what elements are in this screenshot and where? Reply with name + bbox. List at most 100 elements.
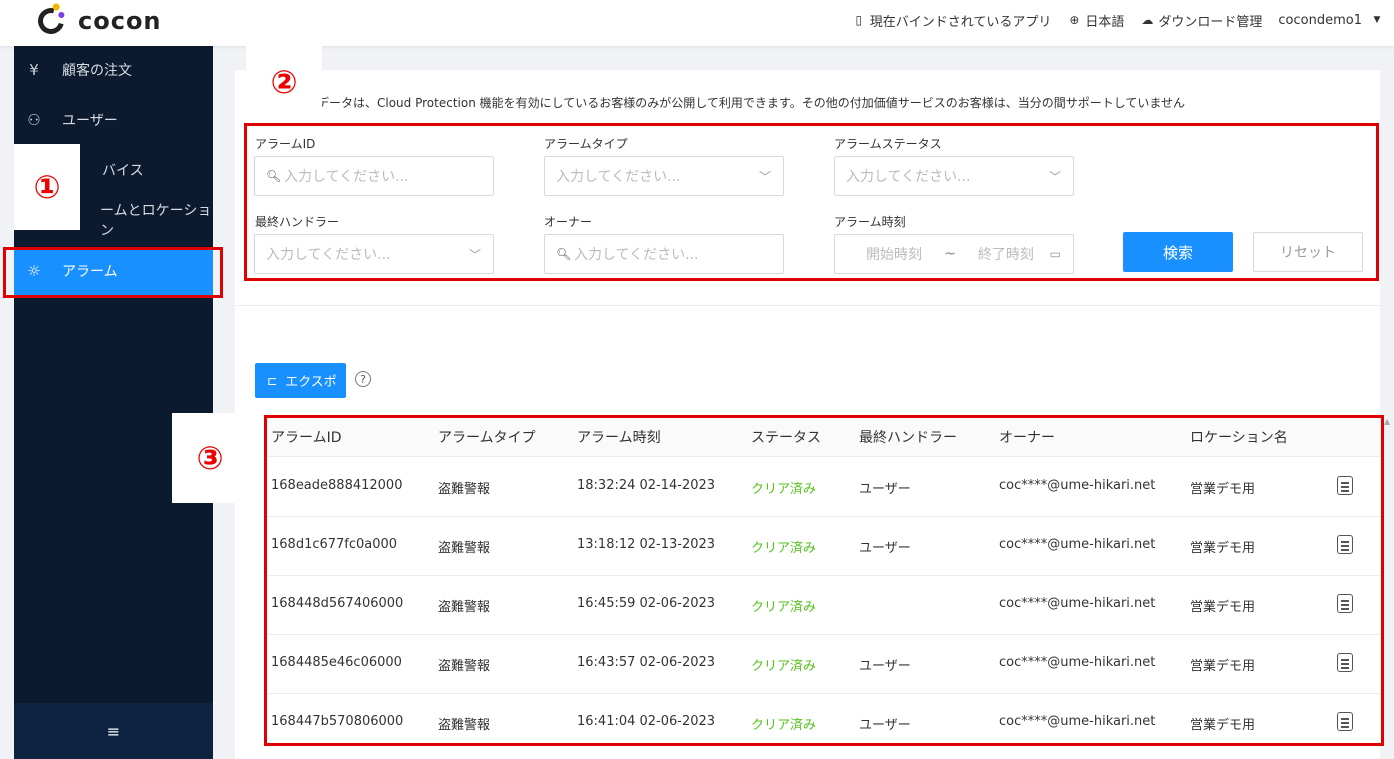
sidebar-item-users[interactable]: ⚇ ユーザー (14, 96, 213, 144)
scroll-up-icon[interactable]: ▲ (1384, 417, 1390, 426)
owner-input[interactable]: 🔍︎ 入力してください... (544, 234, 784, 274)
help-icon[interactable]: ? (355, 371, 371, 387)
sidebar-item-alarm[interactable]: ☼ アラーム (14, 247, 213, 295)
sidebar-item-label: 顧客の注文 (62, 63, 132, 79)
last-handler-select[interactable]: 入力してください... ﹀ (254, 234, 494, 274)
detail-document-icon[interactable] (1337, 535, 1353, 554)
cell-status: クリア済み (751, 600, 817, 615)
cell-location: 営業デモ用 (1190, 659, 1256, 674)
receipt-icon: ¥ (29, 61, 39, 79)
language-selector[interactable]: ⊕ 日本語 (1067, 11, 1124, 30)
alarm-id-placeholder: 入力してください... (284, 169, 409, 185)
cell-location: 営業デモ用 (1190, 718, 1256, 733)
logo-text: cocon (78, 7, 162, 35)
cell-status: クリア済み (751, 482, 817, 497)
alarm-icon: ☼ (27, 262, 41, 280)
cell-alarm-type: 盗難警報 (438, 482, 491, 497)
cell-alarm-type: 盗難警報 (438, 600, 491, 615)
table-row[interactable]: 168447b570806000 盗難警報 16:41:04 02-06-202… (266, 694, 1382, 753)
detail-document-icon[interactable] (1337, 476, 1353, 495)
cell-alarm-time: 18:32:24 02-14-2023 (577, 478, 716, 493)
col-last-handler[interactable]: 最終ハンドラー (859, 427, 957, 447)
sidebar-item-label: ユーザー (62, 113, 118, 129)
user-menu[interactable]: cocondemo1 ▼ (1278, 13, 1384, 28)
cell-location: 営業デモ用 (1190, 482, 1256, 497)
caret-down-icon: ▼ (1373, 15, 1381, 25)
cell-status: クリア済み (751, 541, 817, 556)
export-icon: ⊏ (267, 373, 278, 388)
range-separator: ~ (944, 246, 956, 262)
search-icon: 🔍︎ (266, 169, 282, 183)
table-row[interactable]: 1684485e46c06000 盗難警報 16:43:57 02-06-202… (266, 635, 1382, 694)
alarm-type-placeholder: 入力してください... (556, 169, 681, 185)
filter-panel: アラームID 🔍︎ 入力してください... アラームタイプ 入力してください..… (246, 125, 1377, 280)
bound-app-link[interactable]: ▯ 現在バインドされているアプリ (852, 11, 1052, 30)
owner-placeholder: 入力してください... (574, 247, 699, 263)
download-management-link[interactable]: ☁ ダウンロード管理 (1140, 11, 1262, 30)
user-name: cocondemo1 (1278, 12, 1362, 28)
notice-text: データは、Cloud Protection 機能を有効にしているお客様のみが公開… (317, 96, 1185, 110)
sidebar-collapse-button[interactable]: ≡ (14, 703, 213, 759)
sidebar-item-orders[interactable]: ¥ 顧客の注文 (14, 46, 213, 94)
download-label: ダウンロード管理 (1158, 14, 1263, 30)
cell-alarm-id: 1684485e46c06000 (271, 655, 402, 670)
cell-alarm-id: 168447b570806000 (271, 714, 404, 729)
bound-app-label: 現在バインドされているアプリ (869, 14, 1052, 30)
alarm-id-input[interactable]: 🔍︎ 入力してください... (254, 156, 494, 196)
divider (235, 305, 1380, 306)
chevron-down-icon: ﹀ (758, 169, 771, 184)
tablet-icon: ▯ (855, 13, 863, 27)
cell-alarm-time: 16:43:57 02-06-2023 (577, 655, 716, 670)
col-alarm-id[interactable]: アラームID (271, 427, 342, 447)
detail-document-icon[interactable] (1337, 712, 1353, 731)
alarm-time-label: アラーム時刻 (834, 215, 906, 229)
cell-handler: ユーザー (859, 482, 911, 497)
col-location[interactable]: ロケーション名 (1190, 427, 1288, 447)
detail-document-icon[interactable] (1337, 594, 1353, 613)
cell-alarm-type: 盗難警報 (438, 718, 491, 733)
menu-fold-icon: ≡ (106, 721, 121, 741)
table-row[interactable]: 168448d567406000 盗難警報 16:45:59 02-06-202… (266, 576, 1382, 635)
cell-alarm-type: 盗難警報 (438, 541, 491, 556)
chevron-down-icon: ﹀ (1048, 169, 1061, 184)
reset-button[interactable]: リセット (1253, 232, 1363, 272)
alarm-status-placeholder: 入力してください... (846, 169, 971, 185)
cell-status: クリア済み (751, 659, 817, 674)
last-handler-placeholder: 入力してください... (266, 247, 391, 263)
col-owner[interactable]: オーナー (999, 427, 1055, 447)
annotation-three: ③ (172, 413, 248, 503)
globe-icon: ⊕ (1069, 13, 1080, 27)
table-row[interactable]: 168eade888412000 盗難警報 18:32:24 02-14-202… (266, 458, 1382, 517)
col-alarm-time[interactable]: アラーム時刻 (577, 427, 661, 447)
export-label: エクスポ (285, 375, 337, 390)
detail-document-icon[interactable] (1337, 653, 1353, 672)
alarm-time-range-picker[interactable]: 開始時刻 ~ 終了時刻 ▭ (834, 234, 1074, 274)
cell-owner: coc****@ume-hikari.net (999, 655, 1156, 670)
start-time-placeholder[interactable]: 開始時刻 (866, 244, 922, 264)
cell-owner: coc****@ume-hikari.net (999, 714, 1156, 729)
alarm-status-select[interactable]: 入力してください... ﹀ (834, 156, 1074, 196)
sidebar-item-label: ームとロケーション (100, 203, 212, 239)
cocon-logo[interactable]: cocon (33, 2, 162, 39)
cell-alarm-time: 16:45:59 02-06-2023 (577, 596, 716, 611)
alarm-type-select[interactable]: 入力してください... ﹀ (544, 156, 784, 196)
cell-owner: coc****@ume-hikari.net (999, 478, 1156, 493)
export-button[interactable]: ⊏ エクスポ (255, 363, 346, 398)
table-row[interactable]: 168d1c677fc0a000 盗難警報 13:18:12 02-13-202… (266, 517, 1382, 576)
cell-handler: ユーザー (859, 718, 911, 733)
cell-location: 営業デモ用 (1190, 541, 1256, 556)
cell-alarm-id: 168d1c677fc0a000 (271, 537, 398, 552)
cell-owner: coc****@ume-hikari.net (999, 596, 1156, 611)
cell-location: 営業デモ用 (1190, 600, 1256, 615)
col-alarm-type[interactable]: アラームタイプ (438, 427, 536, 447)
cell-owner: coc****@ume-hikari.net (999, 537, 1156, 552)
language-label: 日本語 (1085, 14, 1125, 30)
end-time-placeholder[interactable]: 終了時刻 (978, 244, 1034, 264)
cell-alarm-time: 13:18:12 02-13-2023 (577, 537, 716, 552)
col-status[interactable]: ステータス (751, 427, 821, 447)
search-button[interactable]: 検索 (1123, 232, 1233, 272)
chevron-down-icon: ﹀ (468, 247, 481, 262)
alarm-table: アラームID アラームタイプ アラーム時刻 ステータス 最終ハンドラー オーナー… (266, 417, 1382, 745)
annotation-one: ① (14, 144, 80, 230)
top-bar: cocon ▯ 現在バインドされているアプリ ⊕ 日本語 ☁ ダウンロード管理 … (0, 0, 1394, 46)
